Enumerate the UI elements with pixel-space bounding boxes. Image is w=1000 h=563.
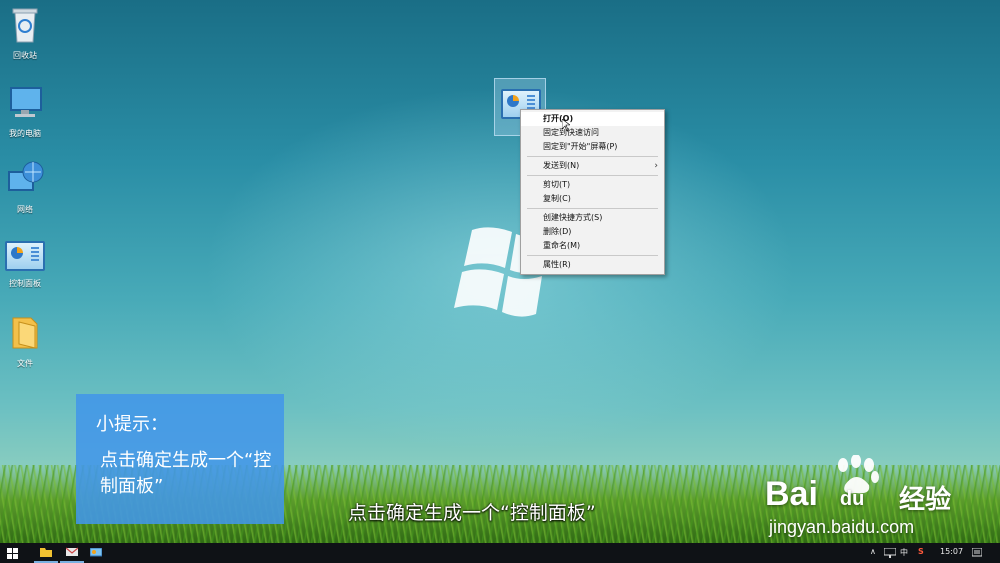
control-panel-icon	[5, 236, 45, 276]
taskbar-mail[interactable]	[60, 543, 84, 563]
sogou-ime-icon[interactable]: S	[918, 547, 924, 556]
menu-separator	[527, 208, 658, 209]
baidu-brand-bai: Bai	[765, 475, 818, 513]
menu-separator	[527, 255, 658, 256]
desktop-icon-label: 我的电脑	[9, 129, 41, 138]
mail-icon	[66, 547, 78, 556]
menu-item-properties[interactable]: 属性(R)	[521, 258, 664, 272]
context-menu: 打开(O) 固定到快速访问 固定到"开始"屏幕(P) 发送到(N) › 剪切(T…	[520, 109, 665, 275]
tip-title: 小提示：	[96, 414, 168, 435]
video-subtitle: 点击确定生成一个“控制面板”	[348, 502, 596, 524]
desktop-icon-label: 控制面板	[9, 279, 41, 288]
chevron-up-icon[interactable]: ∧	[870, 547, 876, 556]
recycle-bin-icon	[12, 8, 38, 43]
baidu-brand-du: du	[839, 488, 865, 510]
menu-separator	[527, 175, 658, 176]
menu-item-open[interactable]: 打开(O)	[521, 112, 664, 126]
menu-item-create-shortcut[interactable]: 创建快捷方式(S)	[521, 211, 664, 225]
desktop[interactable]: 回收站 我的电脑 网络 控制面板 文件 打开(O) 固定到快速访问 固定到"开始…	[0, 0, 1000, 543]
desktop-icon-network[interactable]: 网络	[2, 158, 48, 215]
tip-body: 点击确定生成一个“控制面板”	[100, 450, 272, 497]
desktop-icon-label: 文件	[17, 359, 33, 368]
taskbar: ∧ 中 S 15:07	[0, 543, 1000, 563]
menu-item-send-to[interactable]: 发送到(N) ›	[521, 159, 664, 173]
ime-indicator[interactable]: 中	[900, 547, 908, 558]
taskbar-control-panel[interactable]	[84, 543, 108, 563]
file-explorer-icon	[40, 548, 52, 557]
start-button[interactable]	[0, 543, 24, 563]
desktop-icon-computer[interactable]: 我的电脑	[2, 82, 48, 139]
menu-item-pin-start[interactable]: 固定到"开始"屏幕(P)	[521, 140, 664, 154]
jingyan-label: 经验	[899, 485, 952, 515]
menu-separator	[527, 156, 658, 157]
desktop-icon-recycle-bin[interactable]: 回收站	[2, 4, 48, 61]
baidu-brand: Bai du	[765, 475, 864, 514]
control-panel-icon	[90, 548, 102, 557]
mouse-cursor-icon	[562, 119, 570, 131]
taskbar-file-explorer[interactable]	[34, 543, 58, 563]
folder-icon	[12, 317, 38, 349]
menu-item-pin-quick-access[interactable]: 固定到快速访问	[521, 126, 664, 140]
computer-icon	[10, 87, 42, 117]
menu-item-copy[interactable]: 复制(C)	[521, 192, 664, 206]
desktop-icon-control-panel[interactable]: 控制面板	[2, 236, 48, 289]
notification-icon[interactable]	[972, 548, 982, 558]
network-icon	[8, 161, 44, 191]
baidu-jingyan-watermark: Bai du 经验 jingyan.baidu.com	[765, 455, 965, 543]
menu-item-label: 发送到(N)	[543, 161, 580, 170]
menu-item-delete[interactable]: 删除(D)	[521, 225, 664, 239]
clock[interactable]: 15:07	[940, 547, 963, 556]
display-icon[interactable]	[884, 548, 896, 558]
chevron-right-icon: ›	[654, 161, 658, 171]
menu-item-rename[interactable]: 重命名(M)	[521, 239, 664, 253]
desktop-icon-label: 回收站	[13, 51, 37, 60]
desktop-icon-label: 网络	[17, 205, 33, 214]
watermark-url: jingyan.baidu.com	[769, 517, 915, 537]
desktop-icon-folder[interactable]: 文件	[2, 312, 48, 369]
start-icon	[6, 547, 18, 559]
tip-box: 小提示： 点击确定生成一个“控制面板”	[76, 394, 284, 524]
menu-item-cut[interactable]: 剪切(T)	[521, 178, 664, 192]
